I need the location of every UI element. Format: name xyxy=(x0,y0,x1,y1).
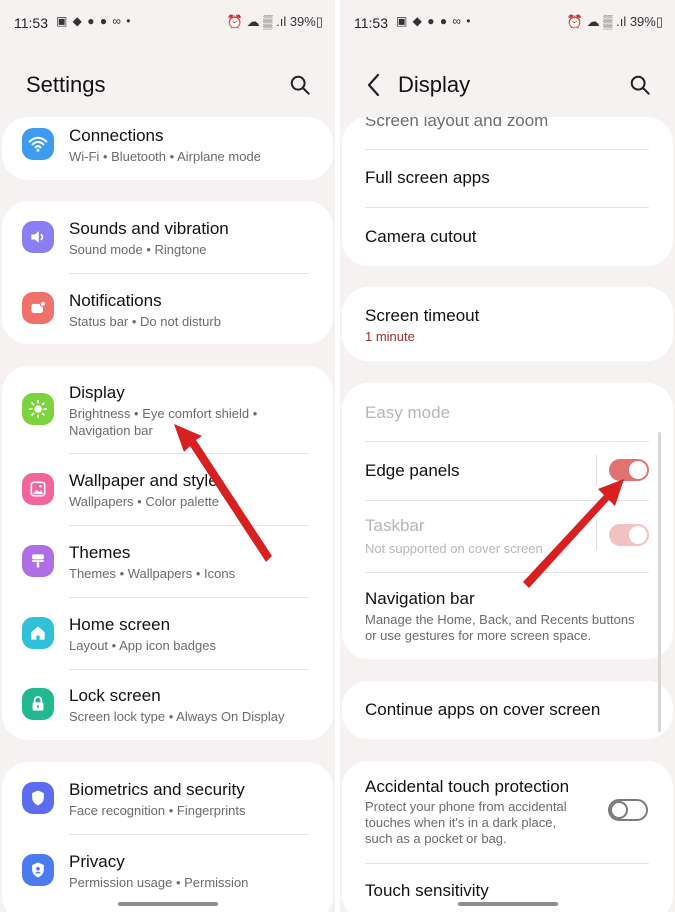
status-time: 11:53 xyxy=(354,15,388,31)
notification-icons: ▣ ◆ ● ● ∞ • xyxy=(56,14,132,28)
brush-icon xyxy=(22,545,54,577)
settings-item-sub-line2: Navigation bar xyxy=(69,423,153,438)
screen-layout-and-zoom[interactable]: Screen layout and zoom xyxy=(365,117,548,131)
settings-item-privacy[interactable]: Privacy Permission usage • Permission xyxy=(2,834,333,906)
settings-group-connections: Connections Wi-Fi • Bluetooth • Airplane… xyxy=(2,117,333,180)
edge-panels-label: Edge panels xyxy=(365,461,460,480)
edge-panels-item[interactable]: Edge panels xyxy=(342,441,673,500)
display-screen: 11:53 ▣ ◆ ● ● ∞ • ⏰ ☁ ▒ .ıl 39%▯ Display… xyxy=(340,0,675,912)
settings-item-label: Biometrics and security xyxy=(69,780,245,799)
settings-item-biometrics[interactable]: Biometrics and security Face recognition… xyxy=(2,762,333,834)
lock-icon xyxy=(22,688,54,720)
settings-item-themes[interactable]: Themes Themes • Wallpapers • Icons xyxy=(2,525,333,597)
accidental-touch-sub-line1: Protect your phone from accidental xyxy=(365,799,567,814)
settings-item-display[interactable]: Display Brightness • Eye comfort shield … xyxy=(2,366,333,453)
settings-item-home-screen[interactable]: Home screen Layout • App icon badges xyxy=(2,597,333,669)
navigation-bar-sub-line1: Manage the Home, Back, and Recents butto… xyxy=(365,612,635,627)
back-arrow-icon[interactable] xyxy=(362,70,386,100)
status-bar: 11:53 ▣ ◆ ● ● ∞ • ⏰ ☁ ▒ .ıl 39%▯ xyxy=(0,0,335,44)
settings-item-sub: Sound mode • Ringtone xyxy=(69,242,207,257)
easy-mode-item[interactable]: Easy mode xyxy=(342,383,673,441)
settings-item-sub: Brightness • Eye comfort shield • xyxy=(69,406,258,421)
navigation-bar-item[interactable]: Navigation bar Manage the Home, Back, an… xyxy=(342,572,673,659)
settings-screen: 11:53 ▣ ◆ ● ● ∞ • ⏰ ☁ ▒ .ıl 39%▯ Setting… xyxy=(0,0,335,912)
status-right-icons: ⏰ ☁ ▒ .ıl 39%▯ xyxy=(226,14,323,29)
status-time: 11:53 xyxy=(14,15,48,31)
settings-item-sub: Screen lock type • Always On Display xyxy=(69,709,285,724)
page-title: Settings xyxy=(26,72,106,97)
continue-apps-label: Continue apps on cover screen xyxy=(365,700,601,719)
settings-group-security: Biometrics and security Face recognition… xyxy=(2,762,333,912)
accidental-touch-label: Accidental touch protection xyxy=(365,777,570,796)
easy-mode-label: Easy mode xyxy=(365,403,451,422)
display-group-easy: Easy mode Edge panels Taskbar Not suppor… xyxy=(342,383,673,659)
wifi-icon xyxy=(22,128,54,160)
edge-panels-toggle[interactable] xyxy=(609,459,649,481)
taskbar-item: Taskbar Not supported on cover screen xyxy=(342,500,673,572)
sun-icon xyxy=(22,393,54,425)
settings-item-notifications[interactable]: Notifications Status bar • Do not distur… xyxy=(2,273,333,344)
shield-icon xyxy=(22,782,54,814)
display-group-touch: Accidental touch protection Protect your… xyxy=(342,761,673,912)
settings-item-label: Notifications xyxy=(69,291,162,310)
settings-item-lock-screen[interactable]: Lock screen Screen lock type • Always On… xyxy=(2,669,333,740)
home-indicator xyxy=(458,902,558,906)
camera-cutout-item[interactable]: Camera cutout xyxy=(342,207,673,266)
speaker-icon xyxy=(22,221,54,253)
touch-sensitivity-label: Touch sensitivity xyxy=(365,881,489,900)
divider xyxy=(596,455,597,485)
settings-item-label: Themes xyxy=(69,543,131,562)
settings-item-label: Display xyxy=(69,383,125,402)
camera-cutout-label: Camera cutout xyxy=(365,227,477,246)
accidental-touch-item[interactable]: Accidental touch protection Protect your… xyxy=(342,761,673,863)
notification-icons: ▣ ◆ ● ● ∞ • xyxy=(396,14,472,28)
settings-item-label: Lock screen xyxy=(69,686,161,705)
status-bar: 11:53 ▣ ◆ ● ● ∞ • ⏰ ☁ ▒ .ıl 39%▯ xyxy=(340,0,675,44)
settings-item-sub: Status bar • Do not disturb xyxy=(69,314,221,329)
settings-item-label: Wallpaper and style xyxy=(69,471,218,490)
settings-group-display: Display Brightness • Eye comfort shield … xyxy=(2,366,333,740)
settings-group-sounds: Sounds and vibration Sound mode • Ringto… xyxy=(2,201,333,344)
full-screen-apps-label: Full screen apps xyxy=(365,168,490,187)
taskbar-sub: Not supported on cover screen xyxy=(365,541,543,556)
continue-apps-item[interactable]: Continue apps on cover screen xyxy=(342,681,673,739)
navigation-bar-label: Navigation bar xyxy=(365,589,475,608)
status-right-icons: ⏰ ☁ ▒ .ıl 39%▯ xyxy=(566,14,663,29)
display-group-layout: Screen layout and zoom Full screen apps … xyxy=(342,117,673,266)
accidental-touch-toggle[interactable] xyxy=(608,799,648,821)
taskbar-toggle[interactable] xyxy=(609,524,649,546)
accidental-touch-sub-line2: touches when it's in a dark place, xyxy=(365,815,557,830)
settings-item-sounds[interactable]: Sounds and vibration Sound mode • Ringto… xyxy=(2,201,333,273)
display-group-timeout[interactable]: Screen timeout 1 minute xyxy=(342,287,673,361)
search-icon[interactable] xyxy=(629,74,651,96)
settings-item-label: Sounds and vibration xyxy=(69,219,229,238)
settings-item-sub: Face recognition • Fingerprints xyxy=(69,803,246,818)
home-indicator xyxy=(118,902,218,906)
settings-item-label: Home screen xyxy=(69,615,171,634)
notification-icon xyxy=(22,292,54,324)
privacy-icon xyxy=(22,854,54,886)
home-icon xyxy=(22,617,54,649)
taskbar-label: Taskbar xyxy=(365,516,425,535)
settings-item-sub: Themes • Wallpapers • Icons xyxy=(69,566,236,581)
page-title: Display xyxy=(398,72,471,97)
settings-item-label: Connections xyxy=(69,126,164,145)
settings-item-sub: Layout • App icon badges xyxy=(69,638,216,653)
settings-item-connections[interactable]: Connections Wi-Fi • Bluetooth • Airplane… xyxy=(2,117,333,180)
search-icon[interactable] xyxy=(289,74,311,96)
full-screen-apps-item[interactable]: Full screen apps xyxy=(342,149,673,207)
navigation-bar-sub-line2: or use gestures for more screen space. xyxy=(365,628,592,643)
divider xyxy=(596,520,597,550)
settings-item-label: Privacy xyxy=(69,852,125,871)
settings-item-sub: Wi-Fi • Bluetooth • Airplane mode xyxy=(69,149,261,164)
accidental-touch-sub-line3: such as a pocket or bag. xyxy=(365,831,507,846)
scrollbar[interactable] xyxy=(658,432,661,732)
settings-item-sub: Wallpapers • Color palette xyxy=(69,494,220,509)
image-icon xyxy=(22,473,54,505)
settings-item-wallpaper[interactable]: Wallpaper and style Wallpapers • Color p… xyxy=(2,453,333,525)
settings-item-sub: Permission usage • Permission xyxy=(69,875,249,890)
screen-timeout-label: Screen timeout xyxy=(365,306,480,325)
screen-timeout-value: 1 minute xyxy=(365,329,415,344)
